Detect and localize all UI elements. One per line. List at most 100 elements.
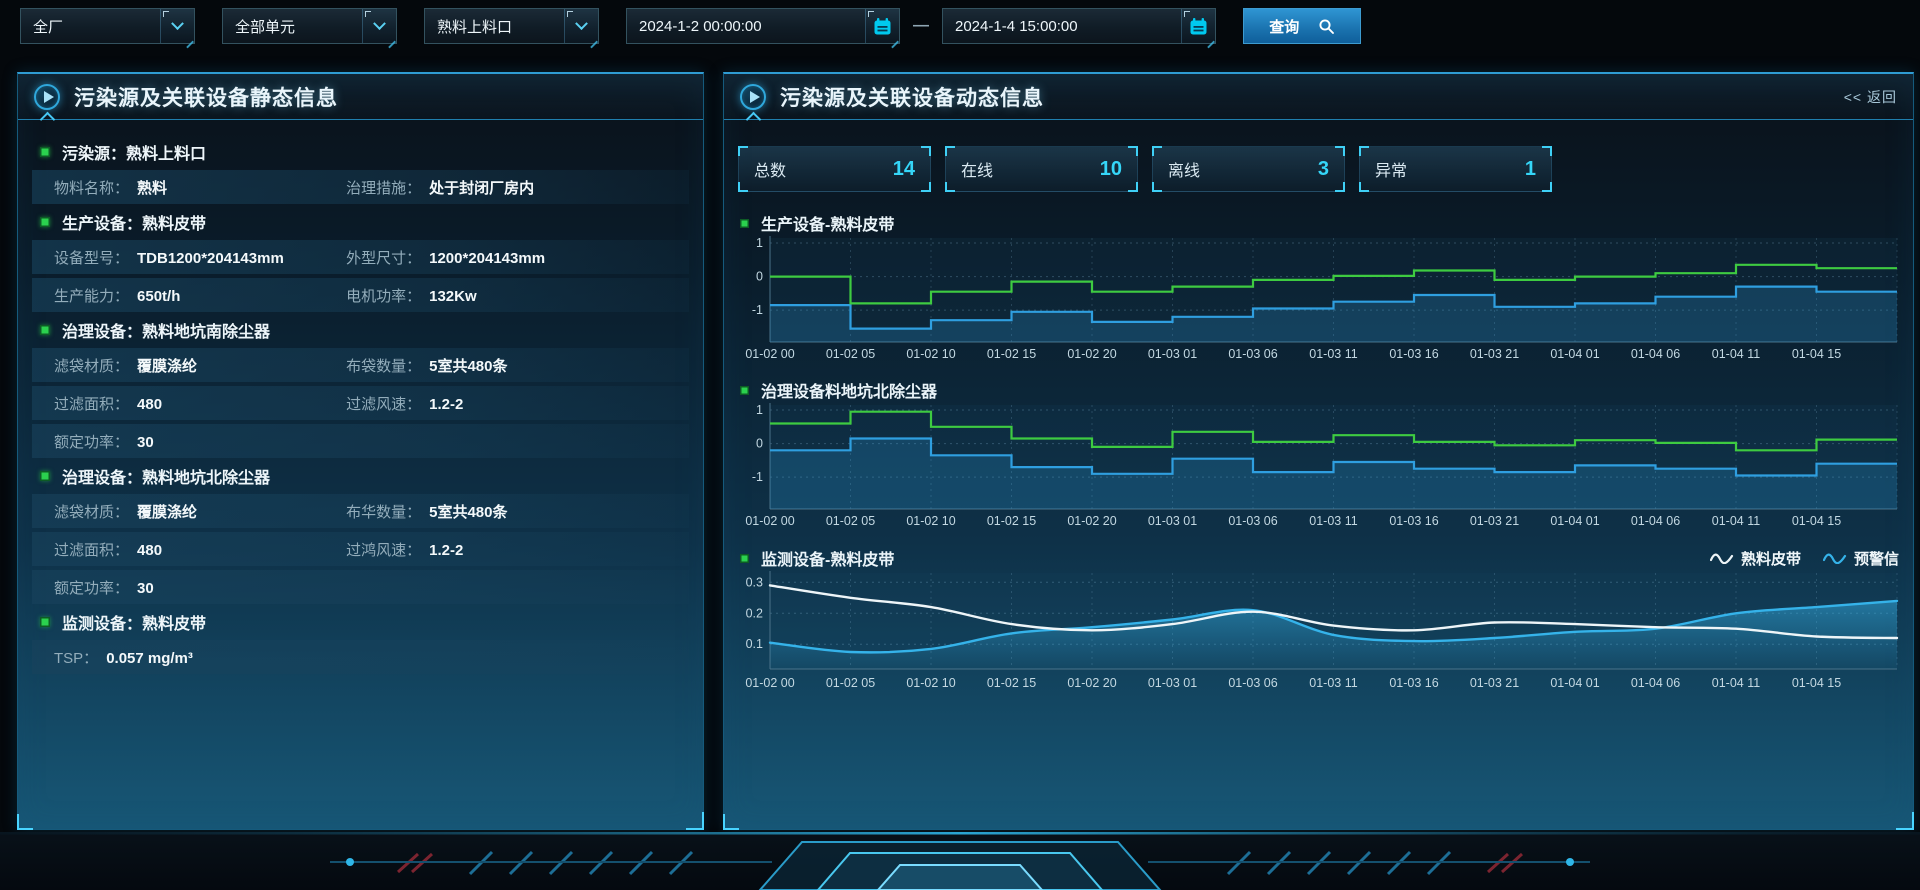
static-info-panel: 污染源及关联设备静态信息 污染源：熟料上料口物料名称：熟料治理措施：处于封闭厂房… bbox=[17, 72, 704, 830]
dynamic-info-body: 总数14 在线10 离线 3 异常 1 生产设备-熟料皮带 -10101-02 0001-0… bbox=[724, 146, 1913, 696]
green-square-icon bbox=[40, 325, 50, 335]
field-label: 过滤面积： bbox=[54, 539, 129, 560]
stat-label: 异常 bbox=[1375, 157, 1407, 181]
date-from-field[interactable]: 2024-1-2 00:00:00 bbox=[626, 8, 900, 44]
search-icon bbox=[1318, 18, 1335, 35]
info-field: 过滤面积：480 bbox=[54, 393, 346, 414]
field-value: 480 bbox=[137, 542, 162, 559]
field-label: 治理措施： bbox=[346, 177, 421, 198]
field-value: 650t/h bbox=[137, 288, 180, 305]
play-icon bbox=[34, 84, 60, 110]
info-field: 生产能力： 650t/h bbox=[54, 285, 346, 306]
field-value: 480 bbox=[137, 396, 162, 413]
svg-text:01-03 21: 01-03 21 bbox=[1470, 676, 1519, 690]
select-unit[interactable]: 全部单元 bbox=[222, 8, 397, 44]
info-field: 过滤面积： 480 bbox=[54, 539, 346, 560]
info-data-row: 滤袋材质：覆膜涤纶布袋数量：5室共480条 bbox=[32, 348, 689, 382]
field-label: 物料名称： bbox=[54, 177, 129, 198]
green-square-icon bbox=[40, 471, 50, 481]
stat-value: 1 bbox=[1525, 158, 1536, 181]
static-info-header: 污染源及关联设备静态信息 bbox=[18, 74, 703, 120]
svg-text:01-03 06: 01-03 06 bbox=[1228, 676, 1277, 690]
query-button[interactable]: 查询 bbox=[1243, 8, 1361, 44]
info-data-row: 物料名称：熟料治理措施：处于封闭厂房内 bbox=[32, 170, 689, 204]
svg-text:-1: -1 bbox=[752, 303, 763, 317]
green-square-icon bbox=[40, 147, 50, 157]
stat-card: 总数14 bbox=[738, 146, 931, 192]
query-button-label: 查询 bbox=[1269, 16, 1299, 37]
svg-text:0: 0 bbox=[756, 270, 763, 284]
info-data-row: TSP：0.057 mg/m³ bbox=[32, 640, 689, 674]
svg-text:01-04 11: 01-04 11 bbox=[1712, 676, 1760, 690]
corner-bracket bbox=[945, 146, 955, 156]
svg-text:01-02 10: 01-02 10 bbox=[906, 347, 955, 361]
section-title: 污染源：熟料上料口 bbox=[62, 140, 206, 164]
corner-bracket bbox=[1128, 146, 1138, 156]
info-section-row: 监测设备：熟料皮带 bbox=[40, 608, 689, 636]
corner-bracket bbox=[1542, 146, 1552, 156]
corner-bracket bbox=[921, 146, 931, 156]
select-pollution-source[interactable]: 熟料上料口 bbox=[424, 8, 599, 44]
footer-decoration bbox=[0, 832, 1920, 890]
panel-corner-accent bbox=[723, 814, 739, 830]
select-dropdown-cell[interactable] bbox=[160, 9, 194, 43]
info-data-row: 额定功率：30 bbox=[32, 424, 689, 458]
info-field: 过鸿风速：1.2-2 bbox=[346, 539, 463, 560]
info-field: 额定功率：30 bbox=[54, 577, 346, 598]
svg-text:01-02 15: 01-02 15 bbox=[987, 514, 1036, 528]
date-to-field[interactable]: 2024-1-4 15:00:00 bbox=[942, 8, 1216, 44]
svg-text:01-04 11: 01-04 11 bbox=[1712, 514, 1760, 528]
corner-bracket bbox=[1152, 146, 1162, 156]
svg-text:01-04 15: 01-04 15 bbox=[1792, 347, 1841, 361]
svg-text:01-03 01: 01-03 01 bbox=[1148, 676, 1197, 690]
select-dropdown-cell[interactable] bbox=[564, 9, 598, 43]
select-plant[interactable]: 全厂 bbox=[20, 8, 195, 44]
svg-text:01-04 11: 01-04 11 bbox=[1712, 347, 1760, 361]
svg-text:01-04 06: 01-04 06 bbox=[1631, 676, 1680, 690]
field-label: 额定功率： bbox=[54, 431, 129, 452]
back-button[interactable]: << 返回 bbox=[1844, 87, 1897, 107]
field-label: 生产能力： bbox=[54, 285, 129, 306]
info-field: TSP：0.057 mg/m³ bbox=[54, 647, 346, 668]
date-range: 2024-1-2 00:00:00 — 2024-1-4 15:00:00 bbox=[626, 8, 1216, 44]
date-from-value: 2024-1-2 00:00:00 bbox=[627, 18, 865, 35]
chart-canvas: 0.10.20.301-02 0001-02 0501-02 1001-02 1… bbox=[738, 569, 1901, 696]
svg-text:01-03 21: 01-03 21 bbox=[1470, 347, 1519, 361]
field-label: 外型尺寸： bbox=[346, 247, 421, 268]
range-separator: — bbox=[913, 17, 929, 35]
stat-label: 总数 bbox=[754, 157, 786, 181]
svg-text:01-03 01: 01-03 01 bbox=[1148, 514, 1197, 528]
corner-bracket bbox=[1335, 146, 1345, 156]
info-field: 布华数量：5室共480条 bbox=[346, 501, 507, 522]
select-dropdown-cell[interactable] bbox=[362, 9, 396, 43]
stat-card: 在线10 bbox=[945, 146, 1138, 192]
field-label: 设备型号： bbox=[54, 247, 129, 268]
corner-bracket bbox=[738, 182, 748, 192]
info-field: 设备型号： TDB1200*204143mm bbox=[54, 247, 346, 268]
stat-value: 3 bbox=[1318, 158, 1329, 181]
svg-text:01-02 00: 01-02 00 bbox=[745, 676, 794, 690]
info-field: 布袋数量：5室共480条 bbox=[346, 355, 507, 376]
corner-bracket bbox=[738, 146, 748, 156]
chart-header: 生产设备-熟料皮带 bbox=[740, 212, 1899, 234]
info-data-row: 过滤面积：480过滤风速：1.2-2 bbox=[32, 386, 689, 420]
field-value: TDB1200*204143mm bbox=[137, 250, 284, 267]
calendar-cell[interactable] bbox=[865, 9, 899, 43]
dashboard-page: { "toolbar": { "filters": [ { "value": "… bbox=[0, 0, 1920, 890]
svg-text:-1: -1 bbox=[752, 470, 763, 484]
svg-text:01-04 15: 01-04 15 bbox=[1792, 676, 1841, 690]
info-section-row: 生产设备：熟料皮带 bbox=[40, 208, 689, 236]
info-section-row: 污染源：熟料上料口 bbox=[40, 138, 689, 166]
chart-canvas: -10101-02 0001-02 0501-02 1001-02 1501-0… bbox=[738, 401, 1901, 531]
stat-label: 离线 bbox=[1168, 157, 1200, 181]
info-data-row: 过滤面积： 480 过鸿风速：1.2-2 bbox=[32, 532, 689, 566]
field-label: 额定功率： bbox=[54, 577, 129, 598]
svg-text:01-02 00: 01-02 00 bbox=[745, 514, 794, 528]
play-icon bbox=[740, 84, 766, 110]
info-section-row: 治理设备：熟料地坑北除尘器 bbox=[40, 462, 689, 490]
corner-bracket bbox=[945, 182, 955, 192]
info-field: 过滤风速：1.2-2 bbox=[346, 393, 463, 414]
calendar-cell[interactable] bbox=[1181, 9, 1215, 43]
select-unit-value: 全部单元 bbox=[223, 16, 362, 37]
corner-bracket bbox=[1335, 182, 1345, 192]
